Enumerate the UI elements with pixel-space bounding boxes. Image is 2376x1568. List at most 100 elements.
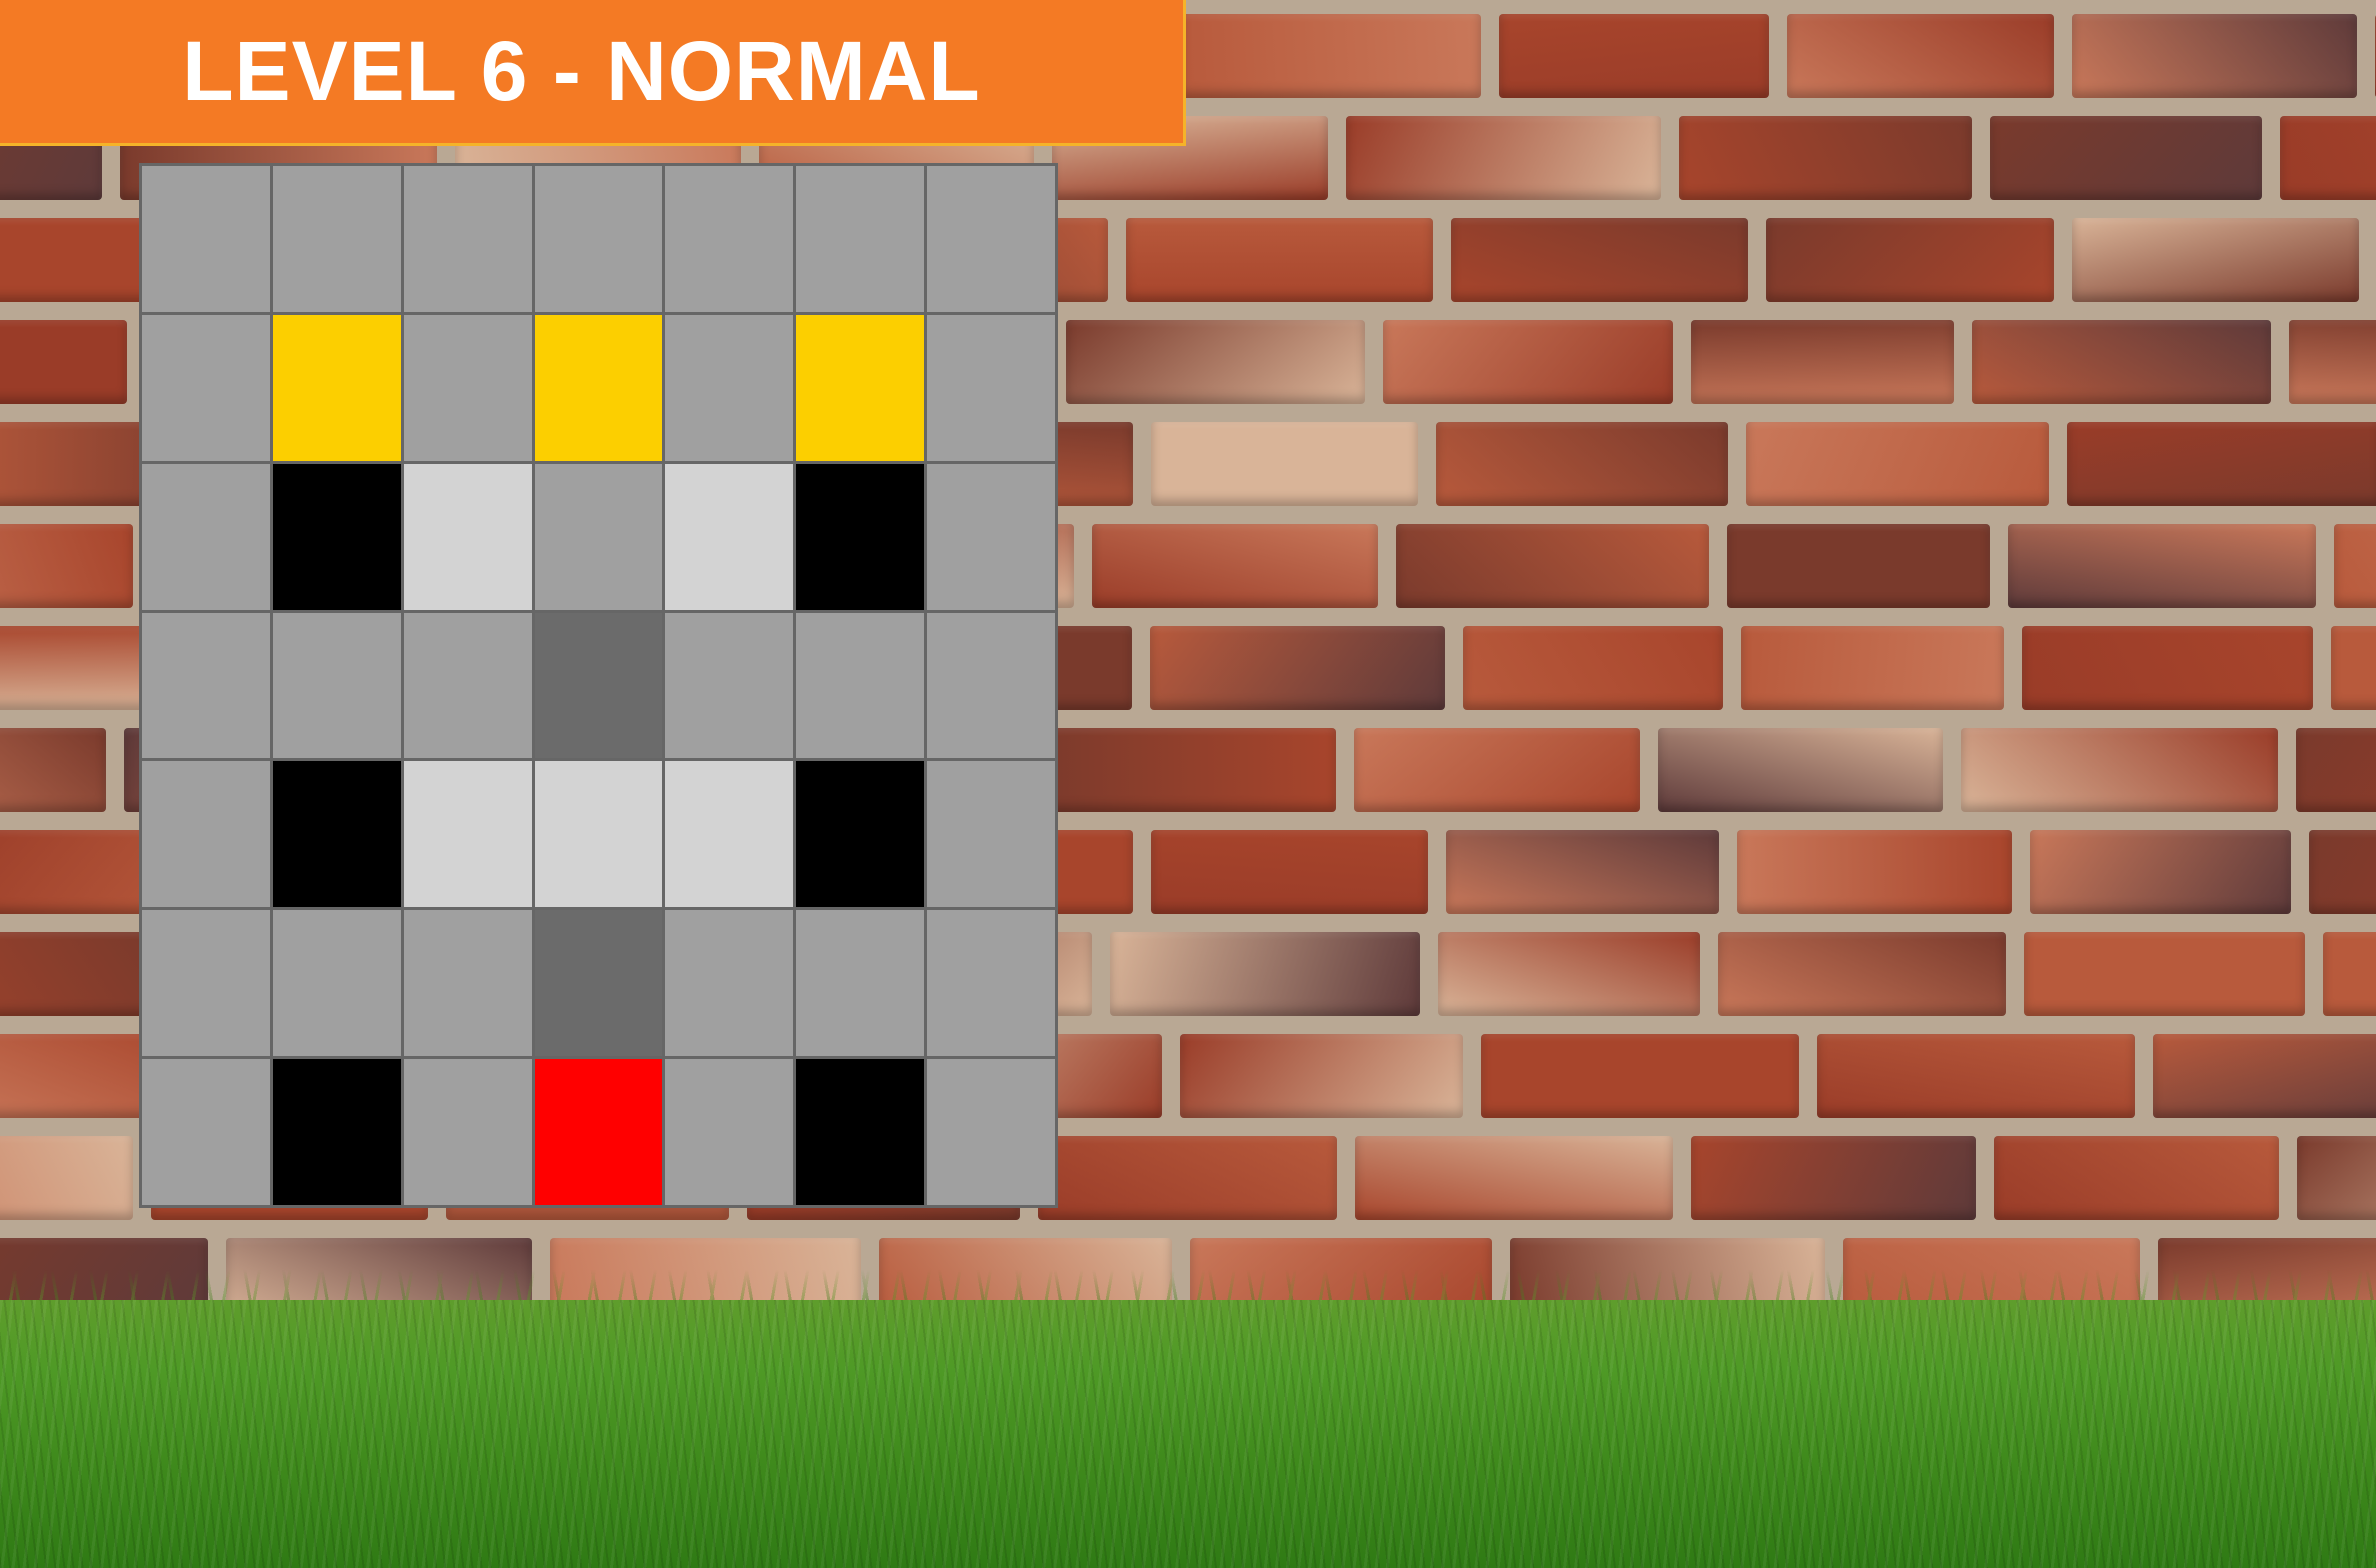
grid-cell-gray[interactable] [403, 910, 532, 1057]
grid-cell-gray[interactable] [403, 1059, 532, 1205]
brick [1180, 1034, 1463, 1118]
grid-cell-dark[interactable] [534, 612, 663, 759]
brick [2072, 218, 2359, 302]
brick [0, 524, 133, 608]
grid-cell-gray[interactable] [142, 314, 270, 461]
grid-cell-gray[interactable] [665, 612, 794, 759]
brick [2008, 524, 2316, 608]
grid-cell-black[interactable] [272, 463, 401, 610]
grid-cell-yellow[interactable] [534, 314, 663, 461]
level-title: LEVEL 6 - NORMAL [182, 24, 981, 118]
grid-cell-gray[interactable] [665, 166, 794, 312]
brick [2153, 1034, 2376, 1118]
brick [1346, 116, 1661, 200]
brick [1033, 728, 1336, 812]
brick [1354, 728, 1640, 812]
grid-cell-gray[interactable] [403, 612, 532, 759]
brick [1151, 422, 1418, 506]
brick [0, 320, 127, 404]
grid-cell-gray[interactable] [927, 314, 1055, 461]
grid-cell-yellow[interactable] [272, 314, 401, 461]
brick [0, 728, 106, 812]
grid-cell-gray[interactable] [142, 910, 270, 1057]
grass-ground [0, 1300, 2376, 1568]
brick [2072, 14, 2357, 98]
grid-cell-light[interactable] [403, 463, 532, 610]
brick [2323, 932, 2376, 1016]
grid-cell-gray[interactable] [142, 1059, 270, 1205]
brick [2334, 524, 2376, 608]
brick [2289, 320, 2376, 404]
brick [1126, 218, 1433, 302]
brick [1181, 14, 1481, 98]
brick [1355, 1136, 1673, 1220]
grid-cell-gray[interactable] [403, 314, 532, 461]
brick [0, 1136, 133, 1220]
grid-cell-gray[interactable] [142, 463, 270, 610]
grid-cell-dark[interactable] [534, 910, 663, 1057]
grid-cell-gray[interactable] [927, 612, 1055, 759]
grid-cell-black[interactable] [272, 1059, 401, 1205]
grid-cell-gray[interactable] [272, 910, 401, 1057]
brick [1679, 116, 1972, 200]
grid-cell-gray[interactable] [142, 612, 270, 759]
grid-cell-gray[interactable] [927, 1059, 1055, 1205]
brick [2022, 626, 2313, 710]
grid-cell-light[interactable] [403, 761, 532, 908]
brick [1481, 1034, 1799, 1118]
grid-cell-gray[interactable] [665, 1059, 794, 1205]
grid-cell-black[interactable] [796, 463, 925, 610]
grid-cell-gray[interactable] [665, 910, 794, 1057]
brick [1383, 320, 1673, 404]
brick [1727, 524, 1990, 608]
grid-cell-gray[interactable] [142, 166, 270, 312]
brick [1787, 14, 2054, 98]
brick [1741, 626, 2004, 710]
brick [1766, 218, 2054, 302]
grid-cell-gray[interactable] [142, 761, 270, 908]
brick [2030, 830, 2291, 914]
brick [1151, 830, 1428, 914]
grid-cell-light[interactable] [534, 761, 663, 908]
grid-cell-gray[interactable] [534, 166, 663, 312]
grid-cell-black[interactable] [272, 761, 401, 908]
grid-cell-gray[interactable] [272, 166, 401, 312]
grid-cell-black[interactable] [796, 761, 925, 908]
brick [1737, 830, 2012, 914]
grid-cell-gray[interactable] [403, 166, 532, 312]
brick [1110, 932, 1420, 1016]
grid-cell-gray[interactable] [796, 612, 925, 759]
brick [1446, 830, 1719, 914]
grid-cell-gray[interactable] [534, 463, 663, 610]
brick [2331, 626, 2376, 710]
grid-cell-yellow[interactable] [796, 314, 925, 461]
brick [1396, 524, 1709, 608]
grid-cell-red[interactable] [534, 1059, 663, 1205]
brick [1961, 728, 2278, 812]
brick [1994, 1136, 2279, 1220]
brick [1691, 320, 1954, 404]
brick [1658, 728, 1943, 812]
grid-cell-black[interactable] [796, 1059, 925, 1205]
grid-cell-light[interactable] [665, 761, 794, 908]
brick [2297, 1136, 2376, 1220]
brick [1817, 1034, 2135, 1118]
brick [1436, 422, 1728, 506]
grid-cell-gray[interactable] [927, 463, 1055, 610]
grid-cell-gray[interactable] [927, 166, 1055, 312]
grid-cell-gray[interactable] [272, 612, 401, 759]
game-board [139, 163, 1058, 1208]
brick [1150, 626, 1445, 710]
grid-cell-gray[interactable] [796, 166, 925, 312]
grid-cell-light[interactable] [665, 463, 794, 610]
grid-cell-gray[interactable] [927, 761, 1055, 908]
grid-cell-gray[interactable] [796, 910, 925, 1057]
brick [1718, 932, 2006, 1016]
brick [1438, 932, 1700, 1016]
brick [1972, 320, 2271, 404]
grid-cell-gray[interactable] [665, 314, 794, 461]
brick [0, 932, 156, 1016]
brick [1691, 1136, 1976, 1220]
grid-cell-gray[interactable] [927, 910, 1055, 1057]
brick [2309, 830, 2376, 914]
